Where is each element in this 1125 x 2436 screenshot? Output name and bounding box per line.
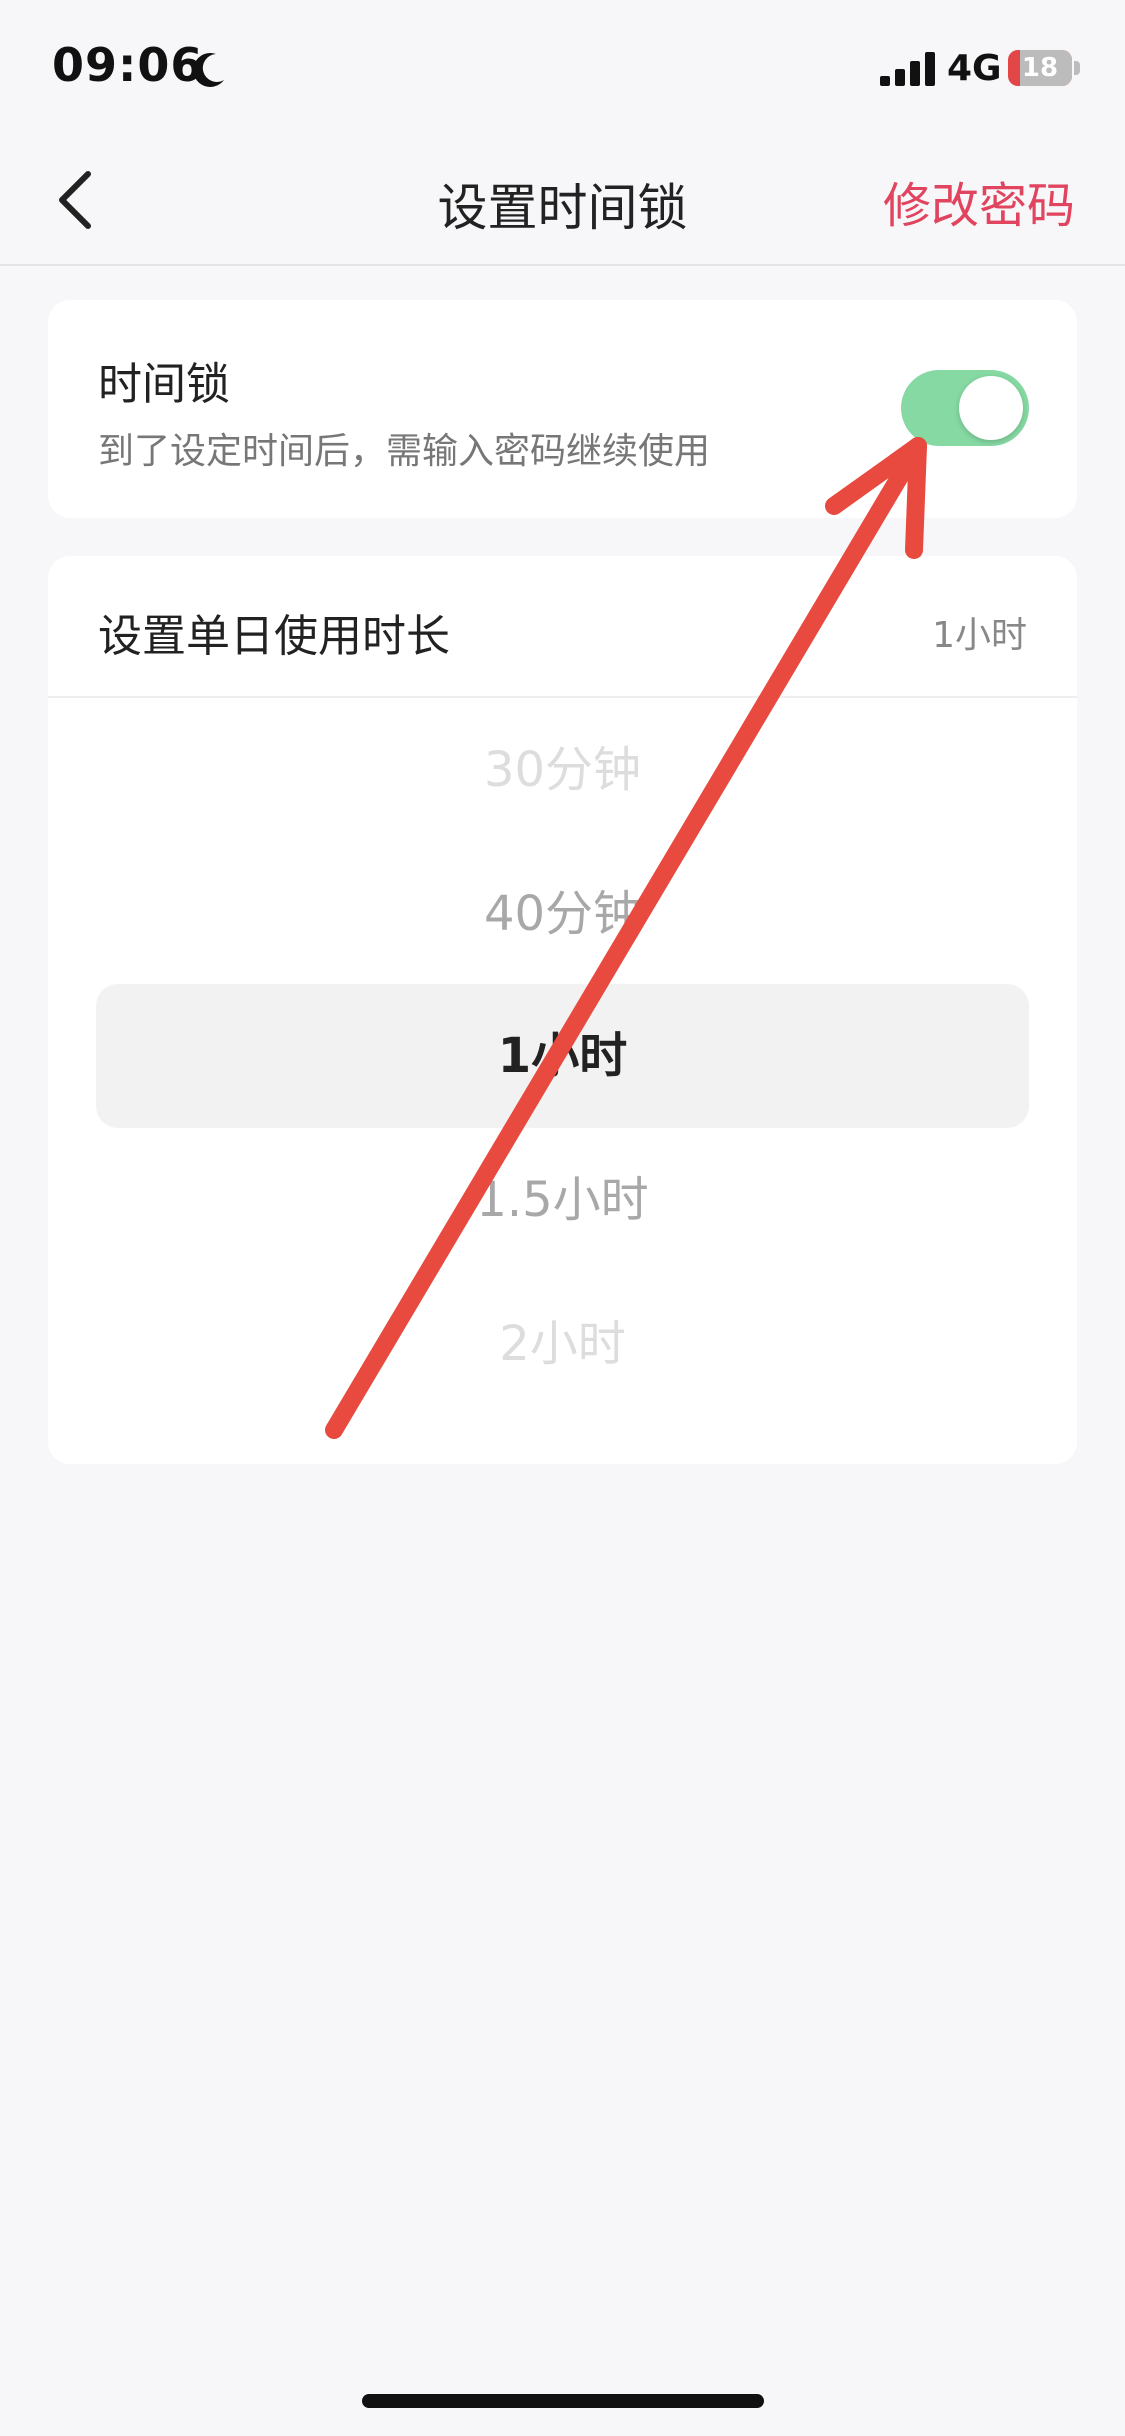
daily-duration-card: 设置单日使用时长 1小时 30分钟 40分钟 1小时 1.5小时 2小时 — [48, 556, 1077, 1464]
battery-level: 18 — [1021, 53, 1059, 83]
signal-icon — [880, 52, 935, 86]
daily-duration-header[interactable]: 设置单日使用时长 1小时 — [48, 556, 1077, 698]
network-label: 4G — [947, 48, 1002, 89]
time-lock-title: 时间锁 — [98, 359, 230, 410]
picker-option-selected[interactable]: 1小时 — [48, 984, 1077, 1128]
moon-icon — [193, 52, 224, 87]
picker-option[interactable]: 1.5小时 — [48, 1128, 1077, 1272]
picker-option[interactable]: 2小时 — [48, 1272, 1077, 1416]
screen: 09:06 4G 18 设置时间锁 修改密码 时间锁 到了设定时间后，需输入密码… — [0, 0, 1125, 2436]
battery-cap — [1074, 61, 1080, 75]
back-button[interactable] — [40, 160, 120, 240]
battery-body: 18 — [1008, 50, 1072, 86]
time-lock-card: 时间锁 到了设定时间后，需输入密码继续使用 — [48, 300, 1077, 518]
toggle-knob — [959, 376, 1023, 440]
daily-duration-label: 设置单日使用时长 — [98, 611, 450, 662]
duration-picker[interactable]: 30分钟 40分钟 1小时 1.5小时 2小时 — [48, 698, 1077, 1438]
time-lock-toggle[interactable] — [901, 370, 1029, 446]
picker-option[interactable]: 30分钟 — [48, 698, 1077, 842]
time-lock-description: 到了设定时间后，需输入密码继续使用 — [98, 431, 711, 472]
picker-option[interactable]: 40分钟 — [48, 842, 1077, 986]
change-password-button[interactable]: 修改密码 — [883, 166, 1075, 236]
chevron-left-icon — [59, 171, 91, 229]
daily-duration-value: 1小时 — [932, 615, 1027, 656]
status-time: 09:06 — [52, 38, 204, 92]
status-bar: 09:06 4G 18 — [0, 0, 1125, 140]
home-indicator[interactable] — [362, 2394, 764, 2408]
battery-icon: 18 — [1008, 50, 1080, 86]
nav-bar: 设置时间锁 修改密码 — [0, 140, 1125, 266]
